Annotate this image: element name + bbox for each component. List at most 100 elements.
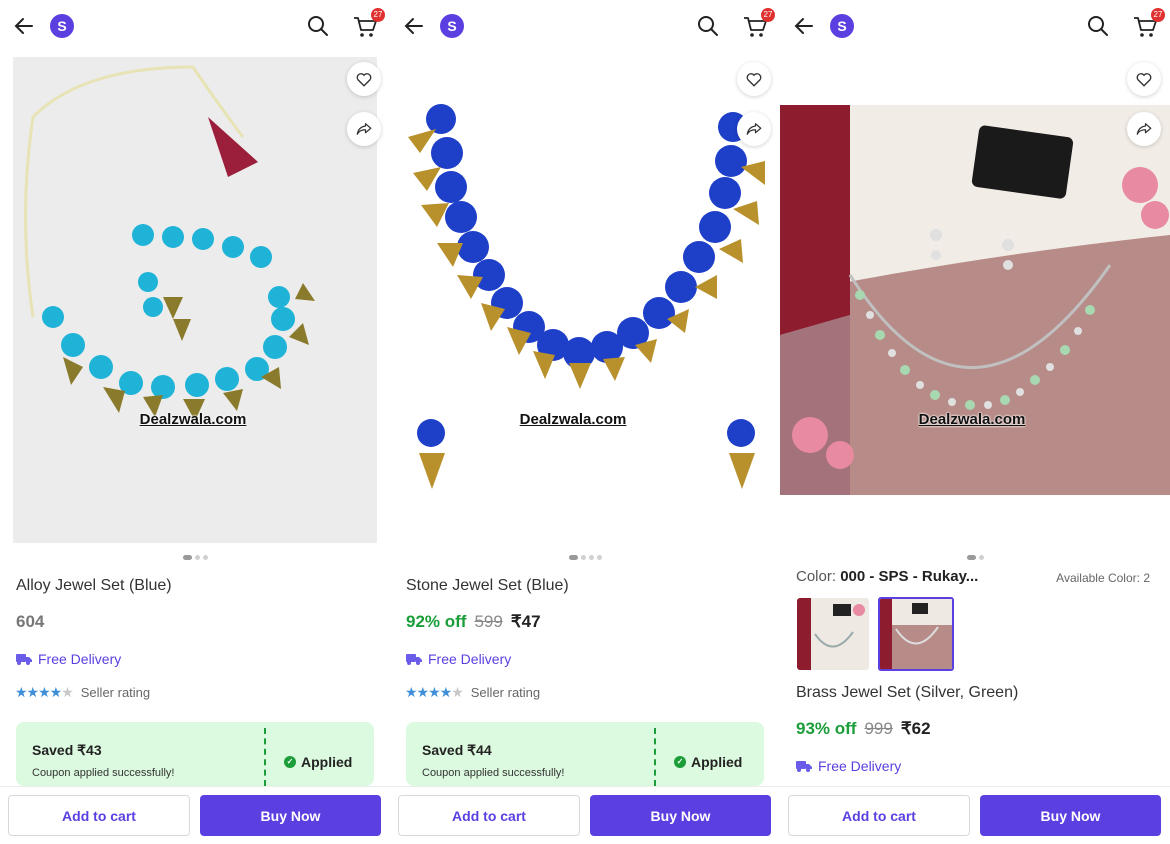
color-swatch-selected[interactable] xyxy=(878,597,954,671)
price-row: 604 xyxy=(16,612,44,632)
pagination-dot[interactable] xyxy=(202,555,208,560)
price: 604 xyxy=(16,612,45,631)
heart-icon xyxy=(356,73,372,87)
available-colors: Available Color: 2 xyxy=(1056,571,1150,585)
image-pagination xyxy=(0,555,390,561)
pagination-dot[interactable] xyxy=(568,555,578,560)
swatch-thumbnail xyxy=(880,599,952,669)
product-title: Alloy Jewel Set (Blue) xyxy=(16,577,172,594)
bottom-action-bar: Add to cart Buy Now xyxy=(0,786,390,844)
cart-count-badge: 27 xyxy=(761,8,775,22)
rating-label: Seller rating xyxy=(470,685,541,700)
sale-price: ₹47 xyxy=(510,612,541,631)
add-to-cart-button[interactable]: Add to cart xyxy=(398,795,580,836)
search-icon[interactable] xyxy=(1086,14,1110,38)
buy-now-button[interactable]: Buy Now xyxy=(980,795,1161,836)
sale-price: ₹62 xyxy=(900,719,931,738)
search-icon[interactable] xyxy=(696,14,720,38)
product-panel-2: S 27 Dealzwala.com Stone Jewel Set (Blue… xyxy=(390,0,780,844)
buy-now-button[interactable]: Buy Now xyxy=(590,795,771,836)
check-icon: ✓ xyxy=(674,756,686,768)
product-image[interactable]: Dealzwala.com xyxy=(780,105,1170,495)
color-value: 000 - SPS - Rukay... xyxy=(840,568,979,585)
original-price: 999 xyxy=(864,719,893,738)
pagination-dot[interactable] xyxy=(194,555,200,560)
add-to-cart-button[interactable]: Add to cart xyxy=(8,795,190,836)
image-pagination xyxy=(390,555,780,561)
cart-count-badge: 27 xyxy=(1151,8,1165,22)
pagination-dot[interactable] xyxy=(978,555,984,560)
coupon-card: Saved ₹43 Coupon applied successfully! ✓… xyxy=(16,722,374,786)
app-logo[interactable]: S xyxy=(440,14,464,38)
pagination-dot[interactable] xyxy=(182,555,192,560)
back-arrow-icon[interactable] xyxy=(792,14,816,38)
share-button[interactable] xyxy=(1127,112,1161,146)
price-row: 93% off 999 ₹62 xyxy=(796,719,931,739)
coupon-card: Saved ₹44 Coupon applied successfully! ✓… xyxy=(406,722,764,786)
swatch-thumbnail xyxy=(797,598,869,670)
coupon-saved: Saved ₹44 xyxy=(422,742,492,758)
share-icon xyxy=(356,123,372,135)
app-logo[interactable]: S xyxy=(50,14,74,38)
pagination-dot[interactable] xyxy=(588,555,594,560)
color-label: Color: xyxy=(796,568,841,585)
top-bar: S 27 xyxy=(390,0,780,52)
pagination-dot[interactable] xyxy=(596,555,602,560)
image-pagination xyxy=(780,555,1170,561)
discount-percent: 92% off xyxy=(406,612,467,631)
coupon-status-label: Applied xyxy=(691,754,743,770)
delivery-text: Free Delivery xyxy=(38,651,122,667)
product-title: Brass Jewel Set (Silver, Green) xyxy=(796,684,1019,701)
necklace-illustration xyxy=(403,57,767,543)
delivery-info: Free Delivery xyxy=(406,651,511,667)
selected-color: Color: 000 - SPS - Rukay... xyxy=(796,568,978,585)
heart-icon xyxy=(1136,73,1152,87)
product-image[interactable]: Dealzwala.com xyxy=(13,57,377,543)
app-logo[interactable]: S xyxy=(830,14,854,38)
top-bar: S 27 xyxy=(780,0,1170,52)
coupon-divider xyxy=(264,728,266,786)
rating-label: Seller rating xyxy=(80,685,151,700)
top-bar: S 27 xyxy=(0,0,390,52)
pagination-dot[interactable] xyxy=(580,555,586,560)
pagination-dot[interactable] xyxy=(966,555,976,560)
delivery-text: Free Delivery xyxy=(818,758,902,774)
check-icon: ✓ xyxy=(284,756,296,768)
product-title: Stone Jewel Set (Blue) xyxy=(406,577,569,594)
add-to-cart-button[interactable]: Add to cart xyxy=(788,795,970,836)
truck-icon xyxy=(406,654,422,665)
truck-icon xyxy=(16,654,32,665)
watermark: Dealzwala.com xyxy=(519,411,627,428)
back-arrow-icon[interactable] xyxy=(12,14,36,38)
search-icon[interactable] xyxy=(306,14,330,38)
bottom-action-bar: Add to cart Buy Now xyxy=(780,786,1170,844)
watermark: Dealzwala.com xyxy=(918,411,1026,428)
heart-icon xyxy=(746,73,762,87)
rating-stars: ★★★★★ xyxy=(405,684,464,700)
back-arrow-icon[interactable] xyxy=(402,14,426,38)
share-icon xyxy=(746,123,762,135)
delivery-info: Free Delivery xyxy=(16,651,121,667)
truck-icon xyxy=(796,761,812,772)
share-button[interactable] xyxy=(737,112,771,146)
discount-percent: 93% off xyxy=(796,719,857,738)
product-image[interactable]: Dealzwala.com xyxy=(403,57,767,543)
wishlist-button[interactable] xyxy=(347,62,381,96)
wishlist-button[interactable] xyxy=(1127,62,1161,96)
coupon-saved: Saved ₹43 xyxy=(32,742,102,758)
buy-now-button[interactable]: Buy Now xyxy=(200,795,381,836)
color-swatch[interactable] xyxy=(797,598,869,670)
rating-stars: ★★★★★ xyxy=(15,684,74,700)
share-button[interactable] xyxy=(347,112,381,146)
coupon-status: ✓ Applied xyxy=(284,754,352,770)
product-panel-3: S 27 Dealzwala.com Color: 000 - SPS - Ru… xyxy=(780,0,1170,844)
watermark: Dealzwala.com xyxy=(139,411,247,428)
coupon-divider xyxy=(654,728,656,786)
cart-count-badge: 27 xyxy=(371,8,385,22)
seller-rating: ★★★★★ Seller rating xyxy=(405,684,540,701)
product-panel-1: S 27 Dealzwala.com Alloy Jewel Set (Blue… xyxy=(0,0,390,844)
wishlist-button[interactable] xyxy=(737,62,771,96)
delivery-info: Free Delivery xyxy=(796,758,901,774)
coupon-message: Coupon applied successfully! xyxy=(422,767,565,779)
necklace-illustration xyxy=(13,57,377,543)
